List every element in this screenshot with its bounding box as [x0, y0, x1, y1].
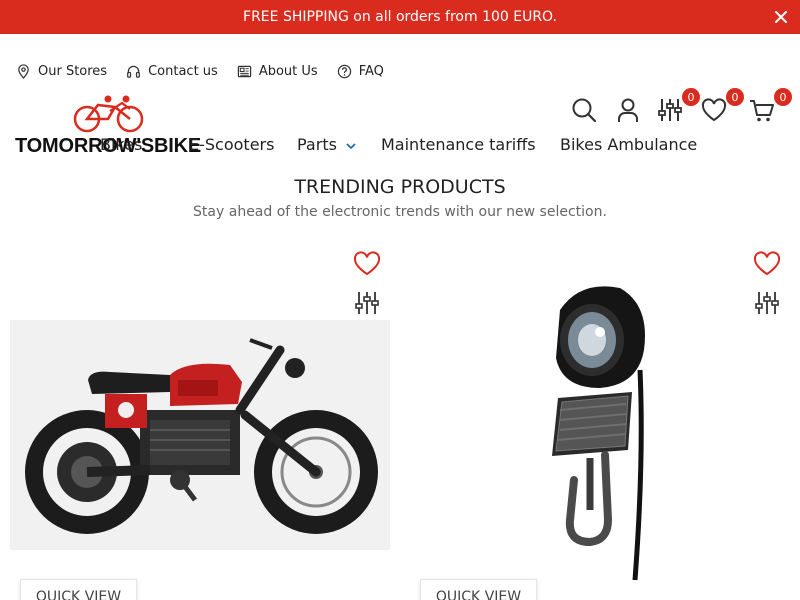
- search-icon: [572, 98, 597, 123]
- nav-item-bikes[interactable]: Bikes: [100, 135, 142, 154]
- electric-motorbike-image: [25, 338, 378, 534]
- map-pin-icon: [18, 64, 29, 79]
- main-nav: Bikes E-Scooters Parts Maintenance tarif…: [0, 135, 800, 157]
- top-links: Our Stores Contact us About Us FAQ: [16, 64, 384, 79]
- link-about-us[interactable]: About Us: [237, 64, 318, 79]
- header-icons: 0 0 0: [560, 88, 800, 132]
- promo-text: FREE SHIPPING on all orders from 100 EUR…: [243, 9, 557, 25]
- section-title: TRENDING PRODUCTS: [294, 176, 506, 198]
- chevron-down-icon: [346, 142, 356, 149]
- nav-item-maintenance-tariffs[interactable]: Maintenance tariffs: [381, 135, 536, 154]
- headphones-icon: [127, 65, 141, 78]
- bike-headlight-image: [552, 286, 645, 581]
- product-image[interactable]: [10, 320, 390, 550]
- promo-bar: FREE SHIPPING on all orders from 100 EUR…: [0, 0, 800, 34]
- cyclist-logo-icon: [73, 95, 144, 133]
- search-button[interactable]: [570, 96, 600, 126]
- link-contact-us[interactable]: Contact us: [126, 64, 218, 79]
- link-faq[interactable]: FAQ: [337, 64, 384, 79]
- close-icon[interactable]: [772, 8, 790, 26]
- link-about-us-label: About Us: [258, 64, 318, 79]
- quick-view-button[interactable]: QUICK VIEW: [20, 579, 137, 600]
- sliders-icon: [658, 99, 682, 121]
- product-card[interactable]: QUICK VIEW: [410, 245, 800, 600]
- compare-button[interactable]: 0: [656, 88, 700, 126]
- nav-item-e-scooters[interactable]: E-Scooters: [189, 135, 274, 154]
- newspaper-icon: [237, 65, 252, 78]
- link-contact-us-label: Contact us: [148, 64, 218, 79]
- nav-item-bikes-ambulance[interactable]: Bikes Ambulance: [560, 135, 697, 154]
- cart-icon: [750, 100, 774, 122]
- heart-icon: [701, 98, 727, 122]
- link-our-stores[interactable]: Our Stores: [16, 64, 107, 79]
- user-icon: [618, 98, 638, 122]
- question-circle-icon: [337, 64, 351, 79]
- wishlist-heart-icon[interactable]: [353, 251, 381, 277]
- product-card[interactable]: QUICK VIEW: [10, 245, 400, 600]
- account-button[interactable]: [614, 96, 644, 126]
- compare-sliders-icon[interactable]: [754, 290, 780, 316]
- wishlist-count-badge: 0: [726, 88, 744, 106]
- compare-sliders-icon[interactable]: [354, 290, 380, 316]
- cart-button[interactable]: 0: [748, 88, 792, 126]
- wishlist-heart-icon[interactable]: [753, 251, 781, 277]
- nav-item-parts-label: Parts: [297, 135, 337, 154]
- link-our-stores-label: Our Stores: [38, 64, 108, 79]
- compare-count-badge: 0: [682, 88, 700, 106]
- section-subtitle: Stay ahead of the electronic trends with…: [193, 204, 607, 220]
- cart-count-badge: 0: [774, 88, 792, 106]
- nav-item-parts[interactable]: Parts: [297, 135, 357, 154]
- wishlist-button[interactable]: 0: [700, 88, 744, 126]
- link-faq-label: FAQ: [358, 64, 384, 79]
- product-image[interactable]: [540, 280, 660, 590]
- quick-view-button[interactable]: QUICK VIEW: [420, 579, 537, 600]
